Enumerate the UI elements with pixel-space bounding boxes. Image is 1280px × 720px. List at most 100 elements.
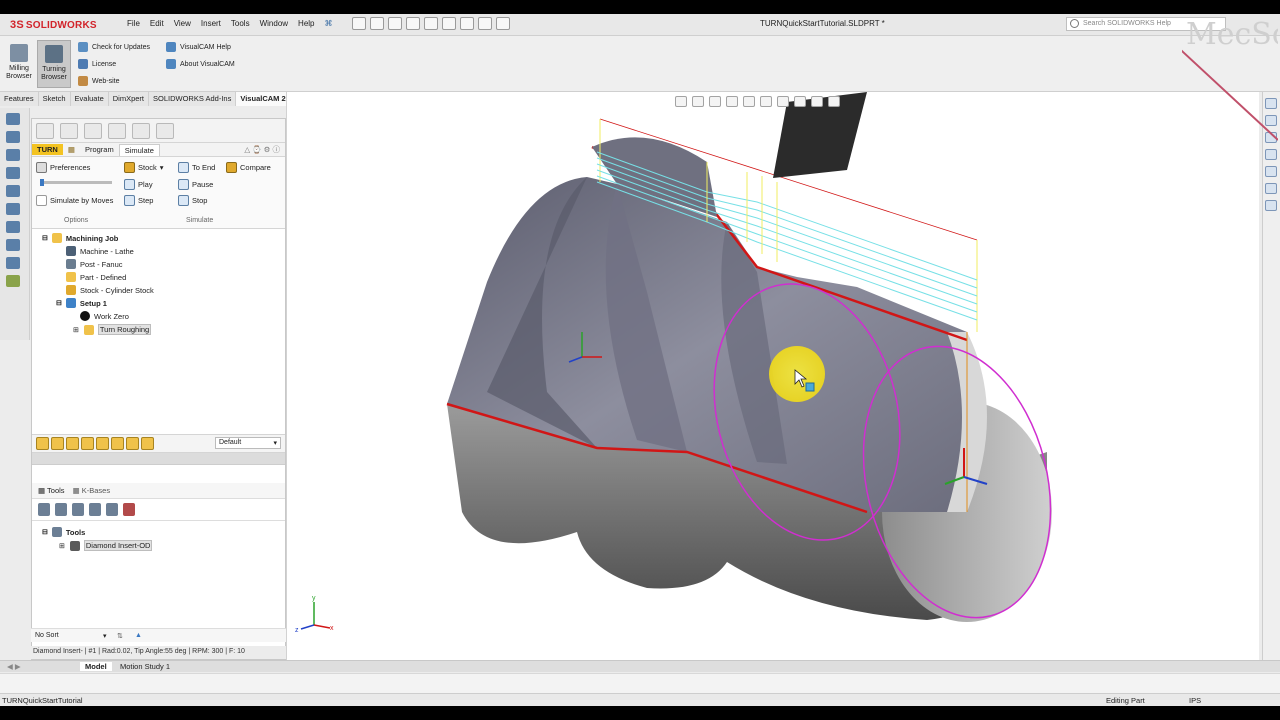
speed-slider[interactable] [40, 179, 112, 186]
play-button[interactable]: Play [124, 179, 153, 190]
tab-features[interactable]: Features [0, 92, 39, 106]
new-doc-icon[interactable] [352, 17, 366, 30]
groove-tool-icon[interactable] [72, 503, 84, 516]
hide-show-icon[interactable] [777, 96, 789, 107]
simulate-tab[interactable]: Simulate [118, 143, 160, 156]
speed-slider-thumb[interactable] [40, 179, 44, 186]
website-link[interactable]: Web-site [78, 76, 120, 86]
turn-tool-icon[interactable] [55, 503, 67, 516]
display-style-icon[interactable] [760, 96, 772, 107]
turn-tab[interactable]: TURN [32, 144, 63, 155]
pause-button[interactable]: Pause [178, 179, 213, 190]
tree-machining-job[interactable]: ⊟ Machining Job [42, 233, 118, 243]
tree-turn-roughing[interactable]: ⊞ Turn Roughing [72, 324, 152, 335]
dimxpert-icon[interactable] [6, 167, 20, 179]
property-icon[interactable] [6, 131, 20, 143]
sketch-icon[interactable] [6, 239, 20, 251]
panel-options-icons[interactable]: △ ⌚ ⚙ ⓘ [239, 143, 285, 156]
view-settings-icon[interactable] [828, 96, 840, 107]
sort-order-icon[interactable]: ⇅ [117, 632, 123, 640]
custom-properties-icon[interactable] [1265, 183, 1277, 194]
op-icon-5[interactable] [96, 437, 109, 450]
tree-post[interactable]: Post - Fanuc [66, 259, 123, 269]
drill-tool-icon[interactable] [38, 503, 50, 516]
menu-view[interactable]: View [169, 19, 196, 28]
print-icon[interactable] [406, 17, 420, 30]
tab-addins[interactable]: SOLIDWORKS Add-Ins [149, 92, 237, 106]
tree-part[interactable]: Part - Defined [66, 272, 126, 282]
display-icon[interactable] [6, 185, 20, 197]
license-link[interactable]: License [78, 59, 116, 69]
preferences-button[interactable]: Preferences [36, 162, 90, 173]
status-units[interactable]: IPS [1189, 696, 1201, 705]
tree-tool-diamond-insert[interactable]: ⊞ Diamond Insert-OD [58, 540, 153, 551]
help-search-input[interactable]: Search SOLIDWORKS Help [1066, 17, 1226, 31]
rebuild-icon[interactable] [460, 17, 474, 30]
section-view-icon[interactable] [726, 96, 738, 107]
appearance-icon[interactable] [6, 221, 20, 233]
check-updates-link[interactable]: Check for Updates [78, 42, 150, 52]
simulate-by-moves-checkbox[interactable]: Simulate by Moves [36, 195, 113, 206]
op-icon-6[interactable] [111, 437, 124, 450]
menu-file[interactable]: File [122, 19, 145, 28]
undo-icon[interactable] [424, 17, 438, 30]
to-end-button[interactable]: To End [178, 162, 215, 173]
tab-sketch[interactable]: Sketch [38, 92, 71, 106]
compare-button[interactable]: Compare [226, 162, 271, 173]
select-icon[interactable] [442, 17, 456, 30]
model-tab[interactable]: Model [80, 662, 112, 671]
curve-icon[interactable] [6, 257, 20, 269]
color-wheel-icon[interactable] [132, 123, 150, 139]
graphics-viewport[interactable]: x z y [287, 92, 1259, 660]
zoom-to-fit-icon[interactable] [675, 96, 687, 107]
tree-tools-root[interactable]: ⊟ Tools [42, 527, 85, 537]
op-icon-7[interactable] [126, 437, 139, 450]
open-icon[interactable] [370, 17, 384, 30]
machine-icon[interactable] [36, 123, 54, 139]
menu-window[interactable]: Window [255, 19, 293, 28]
boring-tool-icon[interactable] [106, 503, 118, 516]
turning-browser-button[interactable]: Turning Browser [37, 40, 71, 88]
options-gear-icon[interactable] [496, 17, 510, 30]
tree-stock[interactable]: Stock - Cylinder Stock [66, 285, 154, 295]
filter-icon[interactable]: ▲ [135, 632, 142, 639]
menu-help[interactable]: Help [293, 19, 319, 28]
scene-icon[interactable] [811, 96, 823, 107]
menu-edit[interactable]: Edit [145, 19, 169, 28]
resources-icon[interactable] [1265, 98, 1277, 109]
list-icon[interactable] [60, 123, 78, 139]
step-button[interactable]: Step [124, 195, 153, 206]
previous-view-icon[interactable] [709, 96, 721, 107]
cam-tree-icon[interactable] [6, 203, 20, 215]
tools-tab[interactable]: ▦ Tools [38, 486, 65, 495]
forum-icon[interactable] [1265, 200, 1277, 211]
tree-setup[interactable]: ⊟ Setup 1 [56, 298, 107, 308]
menu-insert[interactable]: Insert [196, 19, 226, 28]
turn-setup-icon[interactable] [156, 123, 174, 139]
dropdown-arrow-icon[interactable]: ▾ [103, 632, 107, 640]
default-select[interactable]: Default ▾ [215, 437, 281, 449]
appearances-icon[interactable] [1265, 166, 1277, 177]
tab-evaluate[interactable]: Evaluate [70, 92, 109, 106]
op-icon-8[interactable] [141, 437, 154, 450]
design-library-icon[interactable] [1265, 115, 1277, 126]
stop-button[interactable]: Stop [178, 195, 207, 206]
stock-button[interactable]: Stock ▾ [124, 162, 164, 173]
thread-tool-icon[interactable] [89, 503, 101, 516]
milling-browser-button[interactable]: Milling Browser [2, 40, 36, 88]
post-icon[interactable] [84, 123, 102, 139]
turn-browser-icon[interactable] [6, 275, 20, 287]
tab-dimxpert[interactable]: DimXpert [108, 92, 149, 106]
visualcam-help-link[interactable]: VisualCAM Help [166, 42, 231, 52]
pin-icon[interactable]: ⌘ [320, 19, 338, 28]
tree-machine[interactable]: Machine - Lathe [66, 246, 134, 256]
sort-select[interactable]: No Sort [35, 632, 59, 639]
op-icon-4[interactable] [81, 437, 94, 450]
op-icon-3[interactable] [66, 437, 79, 450]
view-palette-icon[interactable] [1265, 149, 1277, 160]
motion-study-tab[interactable]: Motion Study 1 [115, 662, 175, 671]
about-visualcam-link[interactable]: About VisualCAM [166, 59, 235, 69]
program-tab[interactable]: Program [80, 144, 119, 155]
config-icon[interactable] [6, 149, 20, 161]
file-explorer-icon[interactable] [1265, 132, 1277, 143]
